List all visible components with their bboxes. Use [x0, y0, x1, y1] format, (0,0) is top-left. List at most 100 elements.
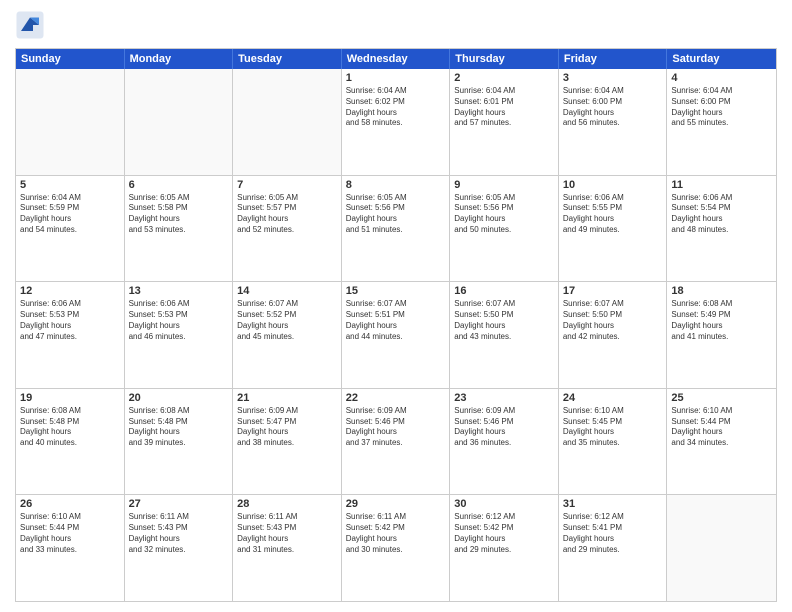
calendar-cell: 22 Sunrise: 6:09 AMSunset: 5:46 PMDayligh… [342, 389, 451, 495]
day-number: 13 [129, 285, 229, 297]
calendar-cell: 7 Sunrise: 6:05 AMSunset: 5:57 PMDaylight… [233, 176, 342, 282]
day-info: Sunrise: 6:06 AMSunset: 5:54 PMDaylight … [671, 193, 772, 236]
calendar-header-row: SundayMondayTuesdayWednesdayThursdayFrid… [16, 49, 776, 69]
day-info: Sunrise: 6:11 AMSunset: 5:43 PMDaylight … [129, 512, 229, 555]
calendar-cell: 6 Sunrise: 6:05 AMSunset: 5:58 PMDaylight… [125, 176, 234, 282]
day-number: 7 [237, 179, 337, 191]
calendar-header-cell: Friday [559, 49, 668, 69]
day-info: Sunrise: 6:06 AMSunset: 5:55 PMDaylight … [563, 193, 663, 236]
day-info: Sunrise: 6:04 AMSunset: 6:00 PMDaylight … [671, 86, 772, 129]
calendar-header-cell: Thursday [450, 49, 559, 69]
day-info: Sunrise: 6:09 AMSunset: 5:46 PMDaylight … [454, 406, 554, 449]
calendar-week-row: 1Sunrise: 6:04 AMSunset: 6:02 PMDaylight… [16, 69, 776, 176]
calendar-cell: 1Sunrise: 6:04 AMSunset: 6:02 PMDaylight… [342, 69, 451, 175]
calendar-header-cell: Saturday [667, 49, 776, 69]
day-number: 12 [20, 285, 120, 297]
calendar-cell: 3 Sunrise: 6:04 AMSunset: 6:00 PMDaylight… [559, 69, 668, 175]
day-number: 3 [563, 72, 663, 84]
calendar-header-cell: Sunday [16, 49, 125, 69]
day-info: Sunrise: 6:05 AMSunset: 5:57 PMDaylight … [237, 193, 337, 236]
day-info: Sunrise: 6:12 AMSunset: 5:42 PMDaylight … [454, 512, 554, 555]
day-info: Sunrise: 6:10 AMSunset: 5:44 PMDaylight … [671, 406, 772, 449]
day-number: 9 [454, 179, 554, 191]
calendar-cell: 28Sunrise: 6:11 AMSunset: 5:43 PMDayligh… [233, 495, 342, 601]
calendar-cell: 18 Sunrise: 6:08 AMSunset: 5:49 PMDayligh… [667, 282, 776, 388]
day-number: 4 [671, 72, 772, 84]
day-number: 8 [346, 179, 446, 191]
day-number: 5 [20, 179, 120, 191]
calendar-cell: 4 Sunrise: 6:04 AMSunset: 6:00 PMDaylight… [667, 69, 776, 175]
day-number: 11 [671, 179, 772, 191]
calendar-cell: 8 Sunrise: 6:05 AMSunset: 5:56 PMDaylight… [342, 176, 451, 282]
calendar-header-cell: Wednesday [342, 49, 451, 69]
day-number: 30 [454, 498, 554, 510]
calendar-cell: 21Sunrise: 6:09 AMSunset: 5:47 PMDayligh… [233, 389, 342, 495]
day-info: Sunrise: 6:05 AMSunset: 5:56 PMDaylight … [454, 193, 554, 236]
day-info: Sunrise: 6:05 AMSunset: 5:58 PMDaylight … [129, 193, 229, 236]
calendar-cell [125, 69, 234, 175]
day-info: Sunrise: 6:07 AMSunset: 5:52 PMDaylight … [237, 299, 337, 342]
day-number: 16 [454, 285, 554, 297]
day-info: Sunrise: 6:06 AMSunset: 5:53 PMDaylight … [20, 299, 120, 342]
day-info: Sunrise: 6:06 AMSunset: 5:53 PMDaylight … [129, 299, 229, 342]
calendar-cell: 27 Sunrise: 6:11 AMSunset: 5:43 PMDayligh… [125, 495, 234, 601]
day-info: Sunrise: 6:11 AMSunset: 5:42 PMDaylight … [346, 512, 446, 555]
calendar-cell: 9 Sunrise: 6:05 AMSunset: 5:56 PMDaylight… [450, 176, 559, 282]
day-info: Sunrise: 6:10 AMSunset: 5:44 PMDaylight … [20, 512, 120, 555]
calendar-header-cell: Monday [125, 49, 234, 69]
day-number: 21 [237, 392, 337, 404]
calendar-week-row: 5 Sunrise: 6:04 AMSunset: 5:59 PMDaylight… [16, 176, 776, 283]
calendar-cell: 30 Sunrise: 6:12 AMSunset: 5:42 PMDayligh… [450, 495, 559, 601]
calendar-cell [16, 69, 125, 175]
day-number: 14 [237, 285, 337, 297]
calendar-cell: 29 Sunrise: 6:11 AMSunset: 5:42 PMDayligh… [342, 495, 451, 601]
day-info: Sunrise: 6:09 AMSunset: 5:46 PMDaylight … [346, 406, 446, 449]
day-number: 31 [563, 498, 663, 510]
header [15, 10, 777, 40]
logo [15, 10, 49, 40]
day-info: Sunrise: 6:08 AMSunset: 5:48 PMDaylight … [129, 406, 229, 449]
day-number: 26 [20, 498, 120, 510]
day-info: Sunrise: 6:07 AMSunset: 5:50 PMDaylight … [454, 299, 554, 342]
day-number: 19 [20, 392, 120, 404]
calendar-week-row: 12 Sunrise: 6:06 AMSunset: 5:53 PMDayligh… [16, 282, 776, 389]
day-info: Sunrise: 6:04 AMSunset: 5:59 PMDaylight … [20, 193, 120, 236]
logo-icon [15, 10, 45, 40]
day-info: Sunrise: 6:04 AMSunset: 6:00 PMDaylight … [563, 86, 663, 129]
day-number: 23 [454, 392, 554, 404]
day-number: 15 [346, 285, 446, 297]
day-info: Sunrise: 6:05 AMSunset: 5:56 PMDaylight … [346, 193, 446, 236]
calendar-cell: 5 Sunrise: 6:04 AMSunset: 5:59 PMDaylight… [16, 176, 125, 282]
day-number: 17 [563, 285, 663, 297]
calendar-week-row: 19 Sunrise: 6:08 AMSunset: 5:48 PMDayligh… [16, 389, 776, 496]
calendar-cell: 14 Sunrise: 6:07 AMSunset: 5:52 PMDayligh… [233, 282, 342, 388]
day-number: 29 [346, 498, 446, 510]
day-number: 24 [563, 392, 663, 404]
calendar-cell: 20Sunrise: 6:08 AMSunset: 5:48 PMDayligh… [125, 389, 234, 495]
calendar-cell: 15Sunrise: 6:07 AMSunset: 5:51 PMDayligh… [342, 282, 451, 388]
day-number: 1 [346, 72, 446, 84]
calendar-cell: 13 Sunrise: 6:06 AMSunset: 5:53 PMDayligh… [125, 282, 234, 388]
day-number: 6 [129, 179, 229, 191]
day-number: 18 [671, 285, 772, 297]
day-info: Sunrise: 6:08 AMSunset: 5:49 PMDaylight … [671, 299, 772, 342]
calendar-cell: 24 Sunrise: 6:10 AMSunset: 5:45 PMDayligh… [559, 389, 668, 495]
calendar-cell: 12 Sunrise: 6:06 AMSunset: 5:53 PMDayligh… [16, 282, 125, 388]
calendar: SundayMondayTuesdayWednesdayThursdayFrid… [15, 48, 777, 602]
calendar-header-cell: Tuesday [233, 49, 342, 69]
calendar-cell: 23 Sunrise: 6:09 AMSunset: 5:46 PMDayligh… [450, 389, 559, 495]
calendar-cell [233, 69, 342, 175]
day-info: Sunrise: 6:04 AMSunset: 6:01 PMDaylight … [454, 86, 554, 129]
day-number: 27 [129, 498, 229, 510]
day-info: Sunrise: 6:12 AMSunset: 5:41 PMDaylight … [563, 512, 663, 555]
day-number: 22 [346, 392, 446, 404]
calendar-cell: 19 Sunrise: 6:08 AMSunset: 5:48 PMDayligh… [16, 389, 125, 495]
page: SundayMondayTuesdayWednesdayThursdayFrid… [0, 0, 792, 612]
calendar-cell: 10Sunrise: 6:06 AMSunset: 5:55 PMDayligh… [559, 176, 668, 282]
day-info: Sunrise: 6:10 AMSunset: 5:45 PMDaylight … [563, 406, 663, 449]
day-number: 25 [671, 392, 772, 404]
day-info: Sunrise: 6:08 AMSunset: 5:48 PMDaylight … [20, 406, 120, 449]
calendar-week-row: 26 Sunrise: 6:10 AMSunset: 5:44 PMDayligh… [16, 495, 776, 601]
calendar-cell: 2Sunrise: 6:04 AMSunset: 6:01 PMDaylight… [450, 69, 559, 175]
calendar-cell: 31 Sunrise: 6:12 AMSunset: 5:41 PMDayligh… [559, 495, 668, 601]
